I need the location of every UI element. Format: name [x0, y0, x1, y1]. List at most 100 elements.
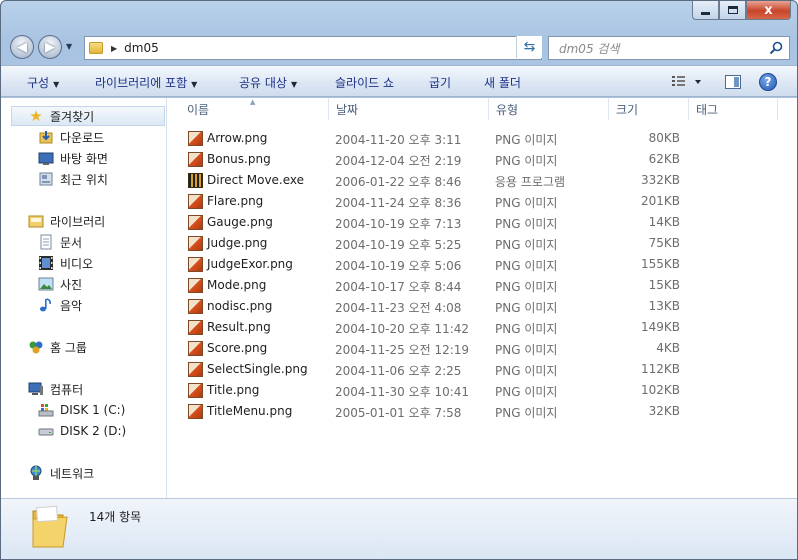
file-size: 32KB	[648, 404, 680, 418]
column-name-label: 이름	[187, 102, 210, 117]
slideshow-button[interactable]: 슬라이드 쇼	[335, 74, 394, 91]
file-type: PNG 이미지	[495, 238, 558, 252]
file-date: 2005-01-01 오후 7:58	[335, 406, 462, 420]
navigation-bar: ◀ ▶ ▼ ▶ dm05 ▼ ⇆ dm05 검색	[10, 34, 790, 61]
png-image-icon	[188, 152, 203, 167]
nav-documents-label: 문서	[60, 235, 83, 250]
refresh-button[interactable]: ⇆	[516, 36, 542, 58]
png-image-icon	[188, 194, 203, 209]
file-name: SelectSingle.png	[207, 362, 308, 376]
view-options-icon	[672, 76, 701, 86]
file-name: Mode.png	[207, 278, 267, 292]
folder-icon	[89, 42, 103, 54]
close-button[interactable]: x	[746, 1, 791, 20]
nav-homegroup[interactable]: 홈 그룹	[1, 337, 167, 357]
item-count-status: 14개 항목	[89, 510, 142, 524]
nav-downloads-label: 다운로드	[60, 130, 105, 145]
file-type: PNG 이미지	[495, 133, 558, 147]
new-folder-label: 새 폴더	[484, 76, 521, 90]
nav-network[interactable]: 네트워크	[1, 463, 167, 483]
column-header-tags[interactable]: 태그	[688, 98, 778, 120]
nav-pictures[interactable]: 사진	[1, 274, 167, 294]
nav-downloads[interactable]: 다운로드	[1, 127, 167, 147]
file-row[interactable]: TitleMenu.png 2005-01-01 오후 7:58 PNG 이미지…	[186, 401, 786, 422]
file-row[interactable]: Flare.png 2004-11-24 오후 8:36 PNG 이미지 201…	[186, 191, 786, 212]
nav-videos-label: 비디오	[60, 256, 94, 271]
file-size: 75KB	[648, 236, 680, 250]
desktop-icon	[38, 150, 54, 166]
preview-pane-icon	[725, 75, 741, 89]
file-row[interactable]: Title.png 2004-11-30 오후 10:41 PNG 이미지 10…	[186, 380, 786, 401]
organize-label: 구성	[27, 76, 50, 90]
nav-favorites-label: 즐겨찾기	[50, 109, 95, 124]
maximize-button[interactable]	[719, 1, 746, 20]
nav-videos[interactable]: 비디오	[1, 253, 167, 273]
file-row[interactable]: Mode.png 2004-10-17 오후 8:44 PNG 이미지 15KB	[186, 275, 786, 296]
file-row[interactable]: Arrow.png 2004-11-20 오후 3:11 PNG 이미지 80K…	[186, 128, 786, 149]
file-size: 112KB	[640, 362, 680, 376]
search-input[interactable]: dm05 검색	[559, 40, 619, 57]
column-header-size[interactable]: 크기	[608, 98, 688, 120]
computer-icon	[28, 381, 44, 397]
nav-desktop[interactable]: 바탕 화면	[1, 148, 167, 168]
burn-button[interactable]: 굽기	[429, 74, 451, 91]
file-date: 2004-10-17 오후 8:44	[335, 280, 462, 294]
breadcrumb-dm05[interactable]: dm05	[124, 41, 159, 55]
column-header-date[interactable]: 날짜	[328, 98, 488, 120]
search-box[interactable]: dm05 검색	[548, 36, 790, 60]
change-view-button[interactable]	[667, 71, 707, 93]
help-button[interactable]: ?	[757, 71, 779, 93]
organize-button[interactable]: 구성 ▼	[27, 74, 59, 91]
forward-button[interactable]: ▶	[38, 35, 62, 59]
nav-disk1[interactable]: DISK 1 (C:)	[1, 400, 167, 420]
preview-pane-button[interactable]	[721, 71, 745, 93]
file-row[interactable]: SelectSingle.png 2004-11-06 오후 2:25 PNG …	[186, 359, 786, 380]
file-row[interactable]: Result.png 2004-10-20 오후 11:42 PNG 이미지 1…	[186, 317, 786, 338]
nav-documents[interactable]: 문서	[1, 232, 167, 252]
file-row[interactable]: Bonus.png 2004-12-04 오전 2:19 PNG 이미지 62K…	[186, 149, 786, 170]
slideshow-label: 슬라이드 쇼	[335, 76, 395, 90]
file-row[interactable]: Score.png 2004-11-25 오전 12:19 PNG 이미지 4K…	[186, 338, 786, 359]
nav-computer-label: 컴퓨터	[50, 382, 84, 397]
file-name: nodisc.png	[207, 299, 273, 313]
nav-music[interactable]: 음악	[1, 295, 167, 315]
file-row[interactable]: Direct Move.exe 2006-01-22 오후 8:46 응용 프로…	[186, 170, 786, 191]
column-divider[interactable]	[777, 98, 778, 120]
file-row[interactable]: Judge.png 2004-10-19 오후 5:25 PNG 이미지 75K…	[186, 233, 786, 254]
music-icon	[38, 297, 54, 313]
share-with-button[interactable]: 공유 대상 ▼	[239, 74, 297, 91]
file-row[interactable]: JudgeExor.png 2004-10-19 오후 5:06 PNG 이미지…	[186, 254, 786, 275]
file-type: PNG 이미지	[495, 154, 558, 168]
column-header-name[interactable]: 이름	[179, 98, 328, 120]
png-image-icon	[188, 236, 203, 251]
nav-recent-places[interactable]: 최근 위치	[1, 169, 167, 189]
file-type: PNG 이미지	[495, 259, 558, 273]
file-size: 13KB	[648, 299, 680, 313]
nav-favorites[interactable]: ★ 즐겨찾기	[11, 106, 165, 126]
back-button[interactable]: ◀	[10, 35, 34, 59]
file-row[interactable]: nodisc.png 2004-11-23 오전 4:08 PNG 이미지 13…	[186, 296, 786, 317]
nav-libraries[interactable]: 라이브러리	[1, 211, 167, 231]
new-folder-button[interactable]: 새 폴더	[484, 74, 521, 91]
file-row[interactable]: Gauge.png 2004-10-19 오후 7:13 PNG 이미지 14K…	[186, 212, 786, 233]
windows-drive-icon	[38, 402, 54, 418]
file-name: Direct Move.exe	[207, 173, 305, 187]
breadcrumb-chevron-icon[interactable]: ▶	[111, 44, 117, 53]
include-in-library-button[interactable]: 라이브러리에 포함 ▼	[95, 74, 197, 91]
file-date: 2004-11-23 오전 4:08	[335, 301, 462, 315]
help-icon: ?	[759, 73, 777, 91]
search-icon[interactable]	[769, 41, 783, 55]
file-date: 2004-11-06 오후 2:25	[335, 364, 462, 378]
file-size: 14KB	[648, 215, 680, 229]
documents-icon	[38, 234, 54, 250]
png-image-icon	[188, 362, 203, 377]
minimize-button[interactable]	[692, 1, 719, 20]
nav-computer[interactable]: 컴퓨터	[1, 379, 167, 399]
column-header-type[interactable]: 유형	[488, 98, 608, 120]
recent-pages-dropdown[interactable]: ▼	[66, 42, 72, 51]
file-size: 80KB	[648, 131, 680, 145]
address-bar[interactable]: ▶ dm05 ▼	[84, 36, 542, 60]
nav-disk2[interactable]: DISK 2 (D:)	[1, 421, 167, 441]
file-type: PNG 이미지	[495, 301, 558, 315]
png-image-icon	[188, 131, 203, 146]
